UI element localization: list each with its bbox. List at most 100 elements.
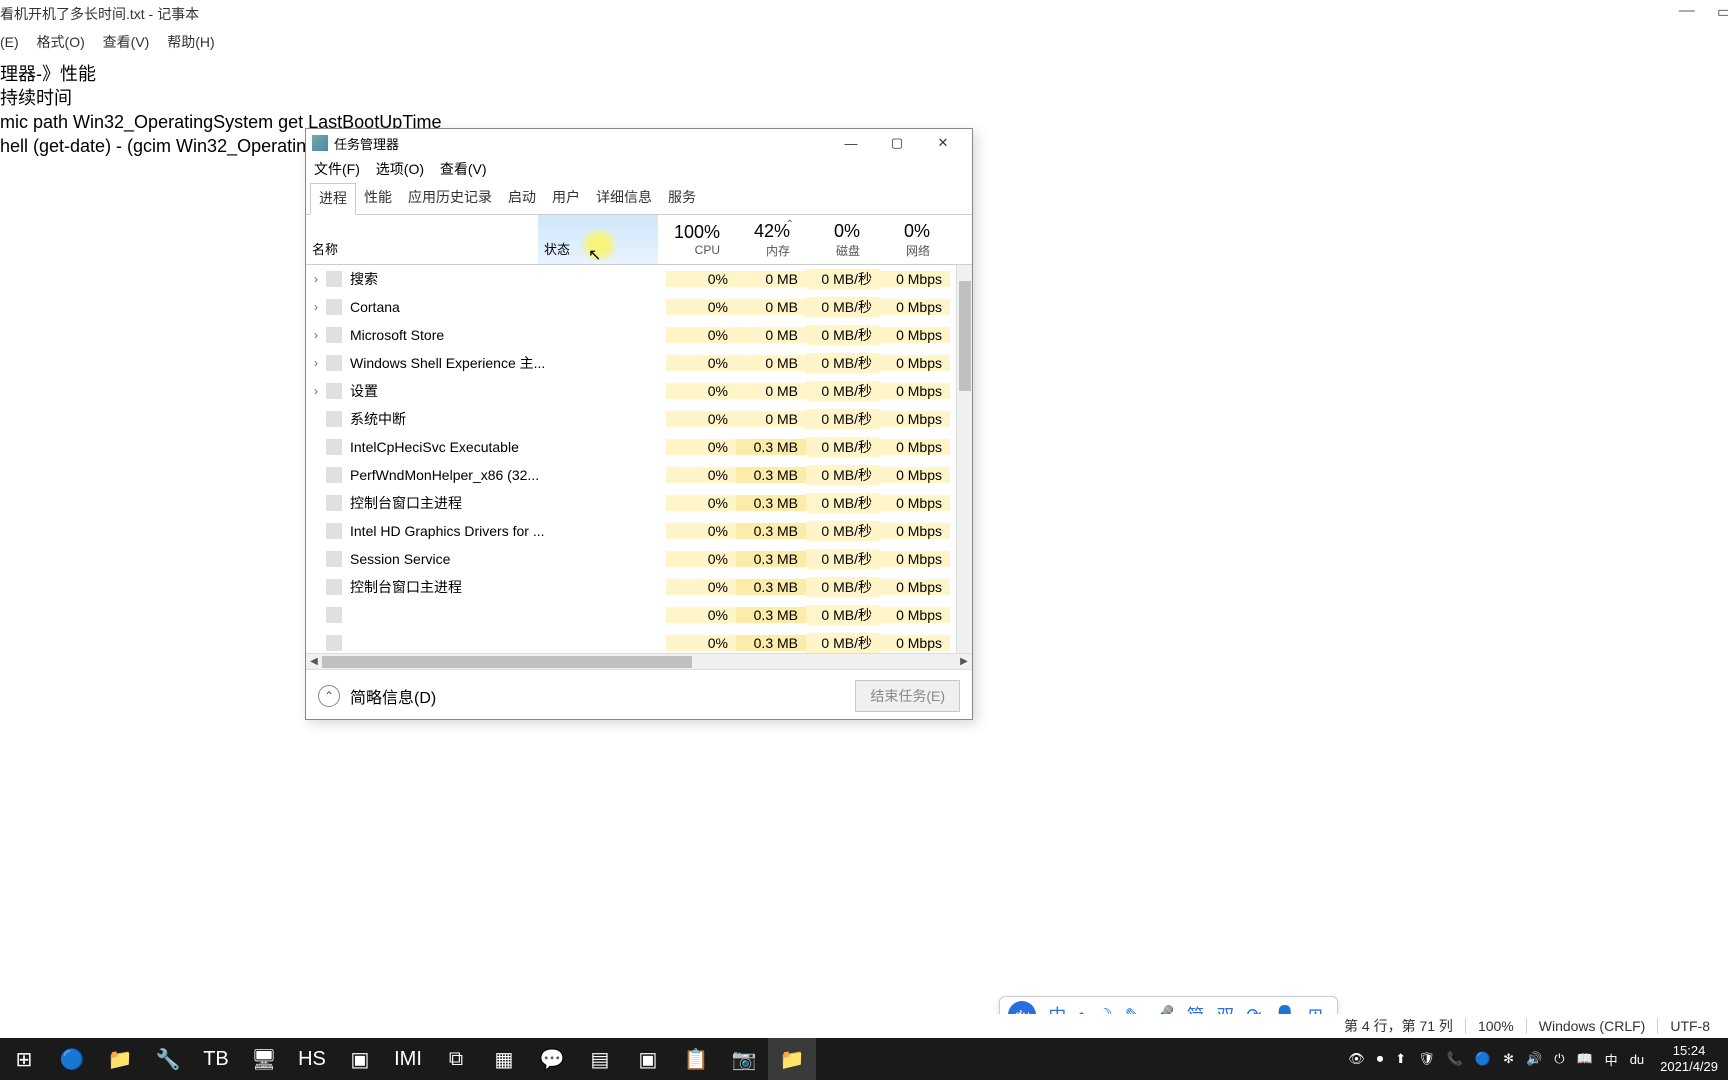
taskbar-app[interactable]: ▣ [624,1038,672,1080]
tm-process-list[interactable]: ›搜索0%0 MB0 MB/秒0 Mbps›Cortana0%0 MB0 MB/… [306,265,972,653]
end-task-button[interactable]: 结束任务(E) [855,680,960,712]
taskbar-app[interactable]: ▤ [576,1038,624,1080]
tray-icon[interactable]: 📖 [1570,1051,1598,1067]
menu-file[interactable]: 文件(F) [314,161,360,177]
column-name[interactable]: 名称 [306,215,538,264]
table-row[interactable]: ›Windows Shell Experience 主...0%0 MB0 MB… [306,349,972,377]
minimize-button[interactable]: — [1679,2,1695,22]
tm-tabs: 进程 性能 应用历史记录 启动 用户 详细信息 服务 [306,183,972,215]
cpu-cell: 0% [666,439,736,455]
column-cpu[interactable]: 100% CPU [658,215,728,264]
taskbar-app[interactable]: TB [192,1038,240,1080]
taskbar[interactable]: ⊞🔵📁🔧TB🖥HS▣IMI⧉▦💬▤▣📋📷📁👁⏺⬆🛡📞🔵✻🔊⏻📖中du15:242… [0,1038,1728,1080]
minimize-button[interactable]: — [828,129,874,157]
menu-format[interactable]: 格式(O) [37,34,85,50]
tray-icon[interactable]: du [1624,1052,1650,1067]
table-row[interactable]: Intel HD Graphics Drivers for ...0%0.3 M… [306,517,972,545]
hscroll-track[interactable] [322,654,956,669]
tray-icon[interactable]: ⏻ [1548,1051,1570,1067]
tab-app-history[interactable]: 应用历史记录 [400,183,500,214]
tray-icon[interactable]: 🔊 [1520,1051,1548,1067]
table-row[interactable]: ›搜索0%0 MB0 MB/秒0 Mbps [306,265,972,293]
table-row[interactable]: PerfWndMonHelper_x86 (32...0%0.3 MB0 MB/… [306,461,972,489]
memory-cell: 0.3 MB [736,467,806,483]
taskbar-app[interactable]: ⧉ [432,1038,480,1080]
table-row[interactable]: 0%0.3 MB0 MB/秒0 Mbps [306,601,972,629]
maximize-button[interactable]: ▭ [1717,2,1728,22]
tab-startup[interactable]: 启动 [500,183,544,214]
scroll-left-icon[interactable]: ◀ [306,656,322,667]
tray-icon[interactable]: 🔵 [1469,1051,1497,1067]
table-row[interactable]: Session Service0%0.3 MB0 MB/秒0 Mbps [306,545,972,573]
table-row[interactable]: 控制台窗口主进程0%0.3 MB0 MB/秒0 Mbps [306,489,972,517]
tray-icon[interactable]: 📞 [1441,1051,1469,1067]
table-row[interactable]: IntelCpHeciSvc Executable0%0.3 MB0 MB/秒0… [306,433,972,461]
maximize-button[interactable]: ▢ [874,129,920,157]
taskbar-app[interactable]: 💬 [528,1038,576,1080]
table-row[interactable]: 0%0.3 MB0 MB/秒0 Mbps [306,629,972,653]
tab-services[interactable]: 服务 [660,183,704,214]
tray-icon[interactable]: ⏺ [1371,1051,1390,1067]
tm-menubar[interactable]: 文件(F) 选项(O) 查看(V) [306,157,972,183]
disk-cell: 0 MB/秒 [806,381,880,401]
system-tray[interactable]: 👁⏺⬆🛡📞🔵✻🔊⏻📖中du15:242021/4/29 [1342,1043,1728,1075]
taskbar-app[interactable]: HS [288,1038,336,1080]
expand-icon[interactable]: › [306,328,326,342]
scroll-right-icon[interactable]: ▶ [956,656,972,667]
memory-cell: 0 MB [736,271,806,287]
taskbar-app[interactable]: ⊞ [0,1038,48,1080]
column-memory[interactable]: ⌃ 42% 内存 [728,215,798,264]
column-status[interactable]: 状态 [538,215,658,264]
hscroll-thumb[interactable] [322,656,692,668]
task-manager-window[interactable]: 任务管理器 — ▢ ✕ 文件(F) 选项(O) 查看(V) 进程 性能 应用历史… [305,128,973,720]
table-row[interactable]: 控制台窗口主进程0%0.3 MB0 MB/秒0 Mbps [306,573,972,601]
fewer-details-label[interactable]: 简略信息(D) [350,684,436,708]
network-cell: 0 Mbps [880,355,950,371]
expand-icon[interactable]: › [306,300,326,314]
vertical-scrollbar[interactable] [956,265,972,653]
expand-icon[interactable]: › [306,272,326,286]
table-row[interactable]: ›Cortana0%0 MB0 MB/秒0 Mbps [306,293,972,321]
table-row[interactable]: ›设置0%0 MB0 MB/秒0 Mbps [306,377,972,405]
menu-help[interactable]: 帮助(H) [167,34,214,50]
table-row[interactable]: ›Microsoft Store0%0 MB0 MB/秒0 Mbps [306,321,972,349]
tray-icon[interactable]: 🛡 [1412,1051,1441,1067]
scrollbar-thumb[interactable] [959,281,971,391]
tab-performance[interactable]: 性能 [356,183,400,214]
process-name: 设置 [350,381,546,401]
taskbar-app[interactable]: 📁 [768,1038,816,1080]
menu-view[interactable]: 查看(V) [440,161,487,177]
taskbar-app[interactable]: 📷 [720,1038,768,1080]
memory-cell: 0.3 MB [736,551,806,567]
taskbar-app[interactable]: 🖥 [240,1038,288,1080]
menu-options[interactable]: 选项(O) [376,161,424,177]
close-button[interactable]: ✕ [920,129,966,157]
tray-icon[interactable]: 中 [1599,1050,1624,1069]
taskbar-app[interactable]: 📁 [96,1038,144,1080]
expand-icon[interactable]: › [306,384,326,398]
column-disk[interactable]: 0% 磁盘 [798,215,868,264]
taskbar-clock[interactable]: 15:242021/4/29 [1650,1043,1728,1075]
taskbar-app[interactable]: 🔧 [144,1038,192,1080]
fewer-details-icon[interactable]: ⌃ [318,685,340,707]
tab-users[interactable]: 用户 [544,183,588,214]
menu-edit[interactable]: (E) [0,34,19,50]
taskbar-app[interactable]: IMI [384,1038,432,1080]
tray-icon[interactable]: 👁 [1342,1051,1371,1067]
tab-processes[interactable]: 进程 [310,183,356,215]
menu-view[interactable]: 查看(V) [103,34,150,50]
tray-icon[interactable]: ⬆ [1389,1051,1412,1067]
taskbar-app[interactable]: 📋 [672,1038,720,1080]
disk-cell: 0 MB/秒 [806,521,880,541]
tab-details[interactable]: 详细信息 [588,183,660,214]
taskbar-app[interactable]: 🔵 [48,1038,96,1080]
tray-icon[interactable]: ✻ [1497,1051,1520,1067]
expand-icon[interactable]: › [306,356,326,370]
table-row[interactable]: 系统中断0%0 MB0 MB/秒0 Mbps [306,405,972,433]
taskbar-app[interactable]: ▣ [336,1038,384,1080]
column-network[interactable]: 0% 网络 [868,215,938,264]
tm-titlebar[interactable]: 任务管理器 — ▢ ✕ [306,129,972,157]
taskbar-app[interactable]: ▦ [480,1038,528,1080]
notepad-menubar[interactable]: (E) 格式(O) 查看(V) 帮助(H) [0,28,1728,58]
horizontal-scrollbar[interactable]: ◀ ▶ [306,653,972,669]
